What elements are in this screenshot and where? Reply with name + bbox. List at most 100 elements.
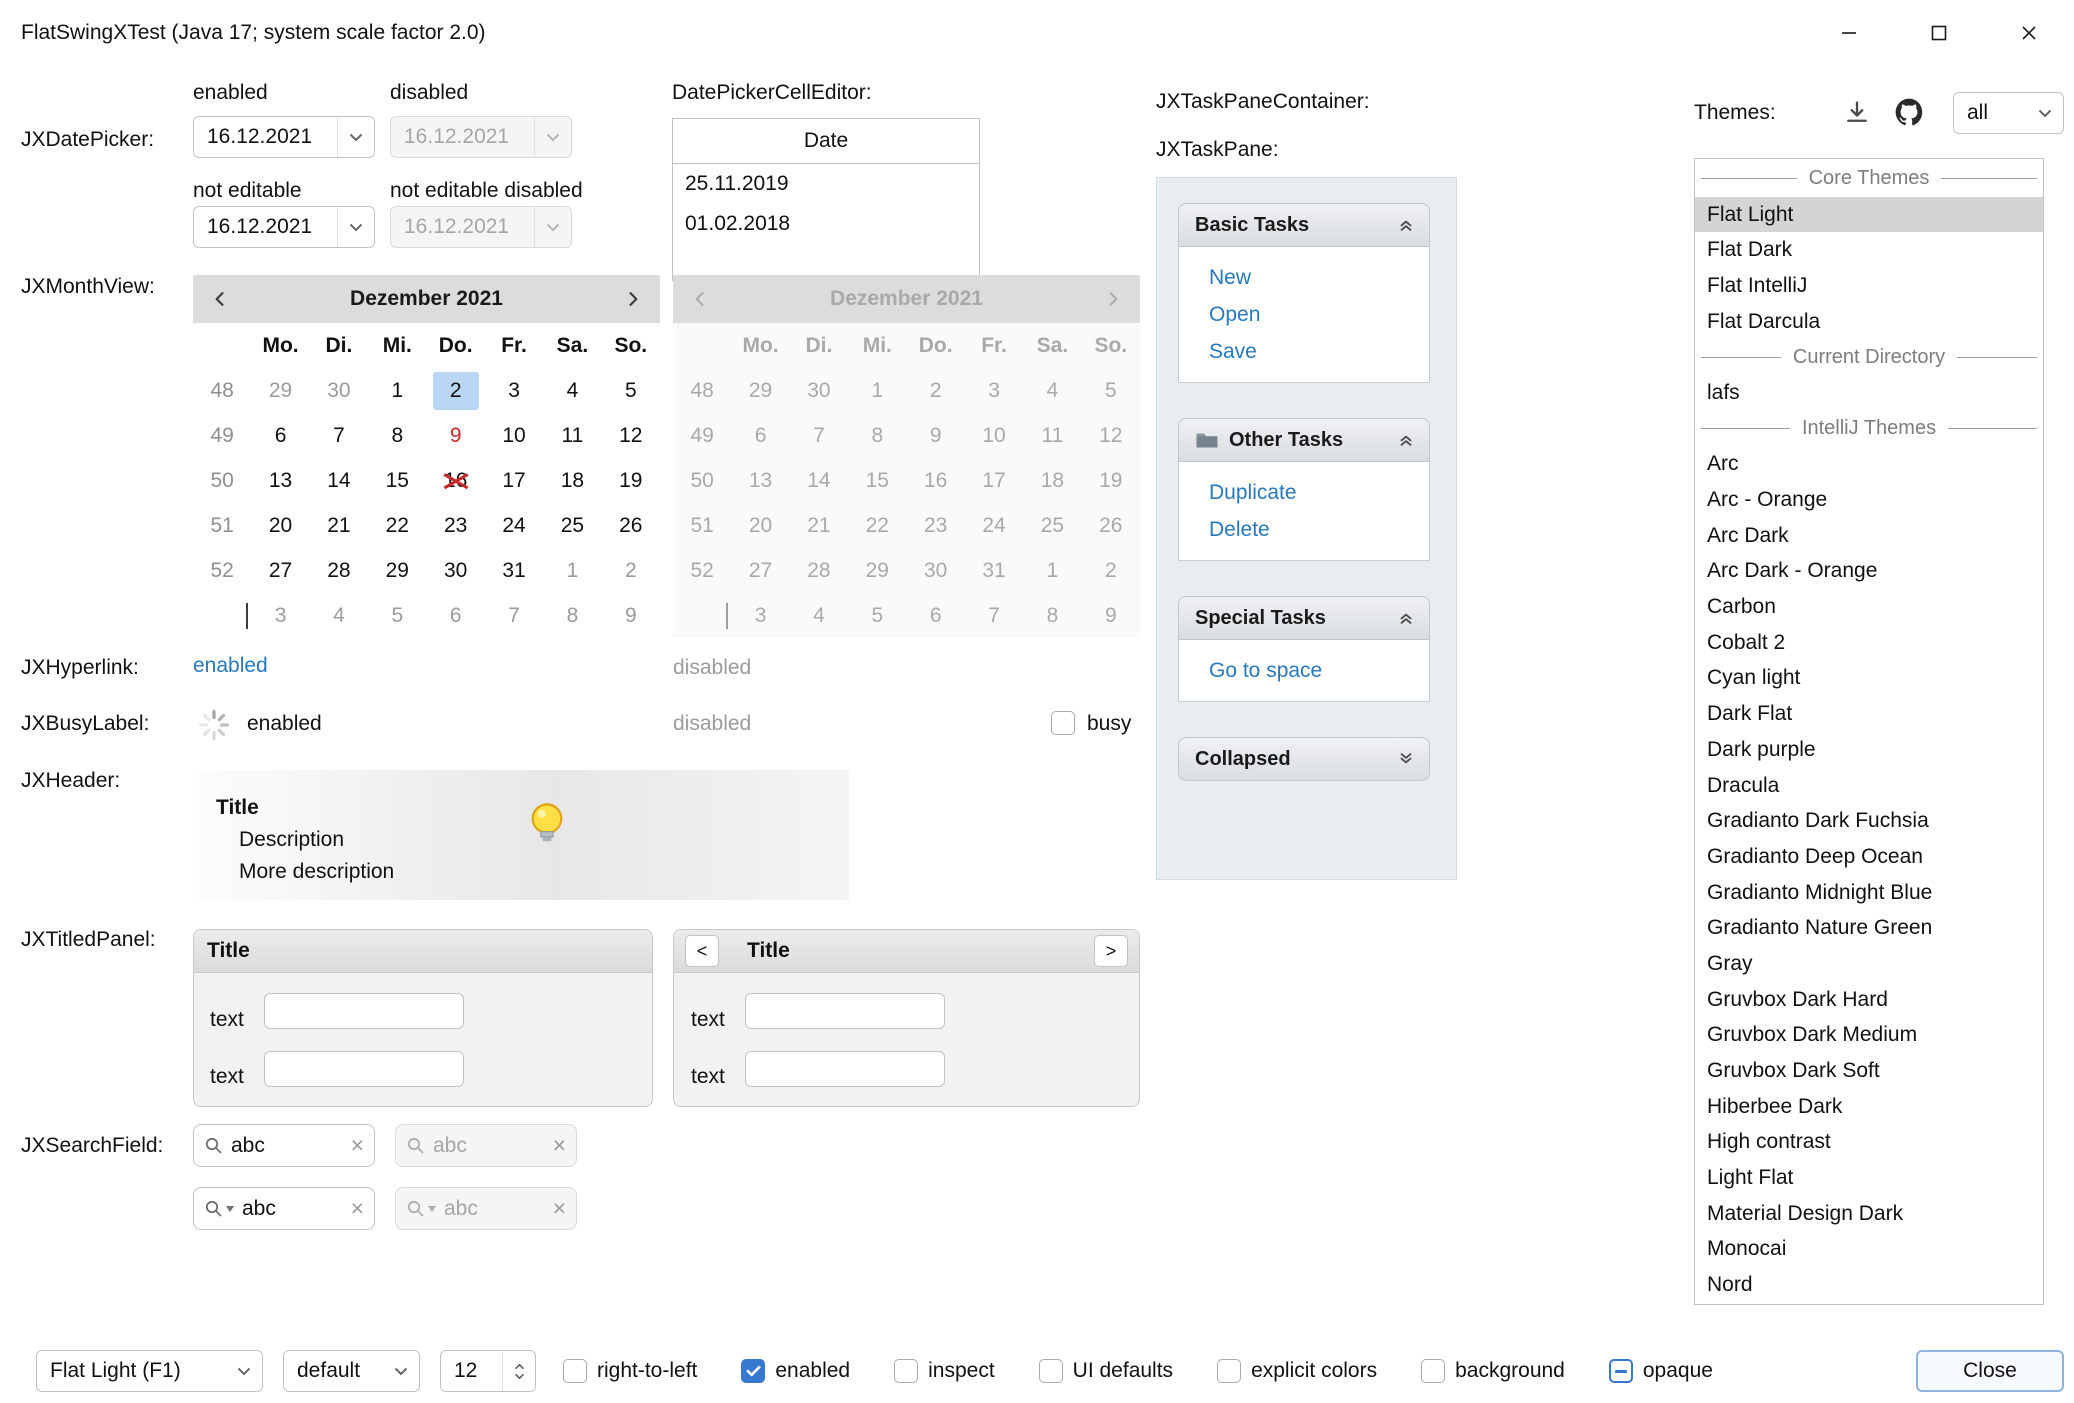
- day-cell[interactable]: 15: [848, 458, 906, 503]
- checkbox-inspect[interactable]: inspect: [894, 1359, 995, 1383]
- chevron-down-icon[interactable]: [337, 207, 374, 247]
- taskpane-link-new[interactable]: New: [1209, 259, 1429, 296]
- checkbox-explicit-colors[interactable]: explicit colors: [1217, 1359, 1377, 1383]
- theme-item-cobalt-2[interactable]: Cobalt 2: [1695, 625, 2043, 661]
- look-and-feel-combo[interactable]: Flat Light (F1): [36, 1350, 263, 1392]
- day-cell[interactable]: 6: [907, 593, 965, 638]
- day-cell[interactable]: 2: [907, 368, 965, 413]
- taskpane-header[interactable]: Collapsed: [1178, 737, 1430, 781]
- theme-item-dracula[interactable]: Dracula: [1695, 768, 2043, 804]
- checkbox-box[interactable]: [1421, 1359, 1445, 1383]
- chevron-double-down-icon[interactable]: [1397, 750, 1415, 768]
- taskpane-link-open[interactable]: Open: [1209, 296, 1429, 333]
- day-cell[interactable]: 31: [485, 548, 543, 593]
- checkbox-right-to-left[interactable]: right-to-left: [563, 1359, 697, 1383]
- theme-item-gruvbox-dark-soft[interactable]: Gruvbox Dark Soft: [1695, 1053, 2043, 1089]
- taskpane-header[interactable]: Special Tasks: [1178, 596, 1430, 640]
- day-cell[interactable]: 4: [790, 593, 848, 638]
- day-cell[interactable]: 14: [310, 458, 368, 503]
- chevron-double-up-icon[interactable]: [1397, 216, 1415, 234]
- text-field[interactable]: [745, 993, 945, 1029]
- theme-item-dark-flat[interactable]: Dark Flat: [1695, 696, 2043, 732]
- day-cell[interactable]: 1: [368, 368, 426, 413]
- day-cell[interactable]: 3: [485, 368, 543, 413]
- theme-item-flat-dark[interactable]: Flat Dark: [1695, 232, 2043, 268]
- text-field[interactable]: [745, 1051, 945, 1087]
- theme-item-hiberbee-dark[interactable]: Hiberbee Dark: [1695, 1089, 2043, 1125]
- theme-item-flat-intellij[interactable]: Flat IntelliJ: [1695, 268, 2043, 304]
- day-cell[interactable]: 1: [848, 368, 906, 413]
- taskpane-link-save[interactable]: Save: [1209, 333, 1429, 370]
- theme-item-light-flat[interactable]: Light Flat: [1695, 1160, 2043, 1196]
- day-cell[interactable]: 22: [368, 503, 426, 548]
- day-cell[interactable]: 9: [907, 413, 965, 458]
- day-cell[interactable]: 11: [543, 413, 601, 458]
- spinner-buttons[interactable]: [502, 1351, 535, 1391]
- themes-filter-dropdown[interactable]: all: [1953, 92, 2064, 134]
- checkbox-box[interactable]: [563, 1359, 587, 1383]
- busy-checkbox[interactable]: [1051, 711, 1075, 735]
- theme-item-arc-dark[interactable]: Arc Dark: [1695, 518, 2043, 554]
- checkbox-background[interactable]: background: [1421, 1359, 1565, 1383]
- day-cell[interactable]: 19: [1082, 458, 1140, 503]
- day-cell[interactable]: 16: [427, 458, 485, 503]
- checkbox-box[interactable]: [741, 1359, 765, 1383]
- titledpanel-prev-button[interactable]: <: [685, 935, 719, 967]
- checkbox-box[interactable]: [894, 1359, 918, 1383]
- day-cell[interactable]: 9: [427, 413, 485, 458]
- day-cell[interactable]: 4: [543, 368, 601, 413]
- day-cell[interactable]: 12: [1082, 413, 1140, 458]
- taskpane-link-delete[interactable]: Delete: [1209, 511, 1429, 548]
- search-icon[interactable]: [204, 1136, 223, 1155]
- close-button[interactable]: Close: [1916, 1350, 2064, 1392]
- next-month-button[interactable]: [616, 282, 650, 316]
- day-cell[interactable]: 5: [1082, 368, 1140, 413]
- day-cell[interactable]: 7: [790, 413, 848, 458]
- theme-item-arc-orange[interactable]: Arc - Orange: [1695, 482, 2043, 518]
- theme-item-monocai[interactable]: Monocai: [1695, 1232, 2043, 1268]
- day-cell[interactable]: 1: [543, 548, 601, 593]
- day-cell[interactable]: 28: [310, 548, 368, 593]
- day-cell[interactable]: 6: [731, 413, 789, 458]
- day-cell[interactable]: 30: [790, 368, 848, 413]
- day-cell[interactable]: 6: [427, 593, 485, 638]
- theme-item-cyan-light[interactable]: Cyan light: [1695, 661, 2043, 697]
- day-cell[interactable]: 12: [602, 413, 660, 458]
- day-cell[interactable]: 7: [485, 593, 543, 638]
- theme-item-arc-dark-orange[interactable]: Arc Dark - Orange: [1695, 554, 2043, 590]
- search-input[interactable]: abc: [223, 1134, 351, 1158]
- day-cell[interactable]: 15: [368, 458, 426, 503]
- day-cell[interactable]: 17: [485, 458, 543, 503]
- search-field-dropdown-enabled[interactable]: abc ×: [193, 1187, 375, 1230]
- day-cell[interactable]: 1: [1023, 548, 1081, 593]
- day-cell[interactable]: 31: [965, 548, 1023, 593]
- day-cell[interactable]: 13: [731, 458, 789, 503]
- day-cell[interactable]: 26: [602, 503, 660, 548]
- github-icon[interactable]: [1893, 96, 1925, 134]
- day-cell[interactable]: 20: [731, 503, 789, 548]
- day-cell[interactable]: 24: [965, 503, 1023, 548]
- download-icon[interactable]: [1843, 98, 1871, 132]
- font-combo[interactable]: default: [283, 1350, 420, 1392]
- day-cell[interactable]: 23: [427, 503, 485, 548]
- day-cell[interactable]: 10: [485, 413, 543, 458]
- day-cell[interactable]: 27: [731, 548, 789, 593]
- day-cell[interactable]: 25: [543, 503, 601, 548]
- next-month-button[interactable]: [1096, 282, 1130, 316]
- prev-month-button[interactable]: [203, 282, 237, 316]
- table-row[interactable]: 25.11.2019: [673, 164, 979, 204]
- table-row[interactable]: 01.02.2018: [673, 204, 979, 244]
- checkbox-opaque[interactable]: opaque: [1609, 1359, 1713, 1383]
- search-field-enabled[interactable]: abc ×: [193, 1124, 375, 1167]
- day-cell[interactable]: 23: [907, 503, 965, 548]
- chevron-down-icon[interactable]: [337, 117, 374, 157]
- chevron-down-icon[interactable]: [2027, 93, 2063, 133]
- theme-item-gradianto-dark-fuchsia[interactable]: Gradianto Dark Fuchsia: [1695, 803, 2043, 839]
- search-input[interactable]: abc: [234, 1197, 351, 1221]
- day-cell[interactable]: 8: [1023, 593, 1081, 638]
- close-window-button[interactable]: [1984, 0, 2074, 66]
- search-dropdown-icon[interactable]: [204, 1199, 234, 1218]
- taskpane-link-duplicate[interactable]: Duplicate: [1209, 474, 1429, 511]
- chevron-down-icon[interactable]: [383, 1351, 419, 1391]
- checkbox-box[interactable]: [1217, 1359, 1241, 1383]
